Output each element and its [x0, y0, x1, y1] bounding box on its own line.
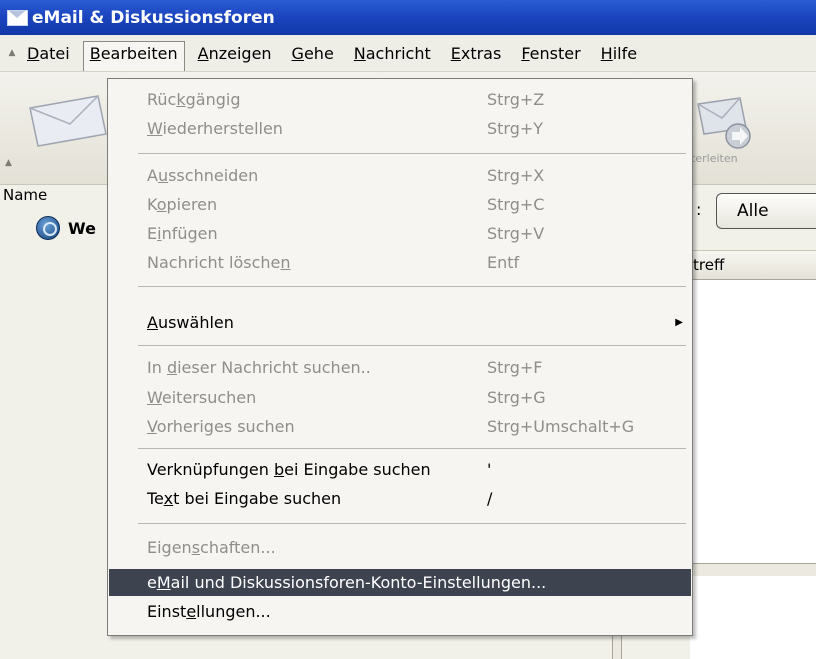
menu-item-undo[interactable]: Rückgängig Strg+Z [109, 86, 691, 113]
subject-column-header[interactable]: treff [690, 250, 816, 280]
menu-item-redo[interactable]: Wiederherstellen Strg+Y [109, 115, 691, 142]
toolbar-grip-icon[interactable]: ▲ [4, 48, 20, 58]
menu-extras[interactable]: Extras [444, 41, 509, 66]
vertical-splitter[interactable] [612, 636, 622, 659]
forward-button-label[interactable]: iterleiten [688, 152, 738, 165]
menu-separator [138, 153, 686, 154]
menu-bearbeiten[interactable]: Bearbeiten [82, 41, 185, 71]
toolbar-collapse-icon[interactable]: ▲ [5, 158, 12, 168]
menu-item-delete-message[interactable]: Nachricht löschen Entf [109, 249, 691, 276]
menu-anzeigen[interactable]: Anzeigen [191, 41, 279, 66]
menu-item-find-previous[interactable]: Vorheriges suchen Strg+Umschalt+G [109, 413, 691, 440]
menu-fenster[interactable]: Fenster [514, 41, 587, 66]
filter-value: Alle [737, 201, 769, 221]
title-bar: eMail & Diskussionsforen [0, 0, 816, 35]
menu-bar: ▲ Datei Bearbeiten Anzeigen Gehe Nachric… [0, 35, 816, 72]
menu-item-cut[interactable]: Ausschneiden Strg+X [109, 162, 691, 189]
menu-gehe[interactable]: Gehe [285, 41, 341, 66]
menu-item-copy[interactable]: Kopieren Strg+C [109, 191, 691, 218]
filter-label: : [696, 200, 702, 219]
envelope-icon[interactable] [28, 94, 108, 148]
message-list[interactable] [690, 280, 816, 566]
menu-item-select[interactable]: Auswählen ▶ [109, 309, 691, 336]
menu-item-find-text-as-you-type[interactable]: Text bei Eingabe suchen / [109, 485, 691, 512]
menu-item-find-links-as-you-type[interactable]: Verknüpfungen bei Eingabe suchen ' [109, 456, 691, 483]
menu-item-preferences[interactable]: Einstellungen... [109, 598, 691, 625]
menu-item-find-next[interactable]: Weitersuchen Strg+G [109, 384, 691, 411]
account-globe-icon [36, 216, 60, 240]
account-name: We [68, 218, 96, 238]
menu-item-properties[interactable]: Eigenschaften... [109, 534, 691, 561]
edit-menu-dropdown: Rückgängig Strg+Z Wiederherstellen Strg+… [107, 78, 693, 636]
filter-dropdown[interactable]: Alle [716, 193, 816, 229]
menu-item-account-settings[interactable]: eMail und Diskussionsforen-Konto-Einstel… [109, 569, 691, 596]
folder-column-header[interactable]: Name [0, 186, 113, 210]
menu-datei[interactable]: Datei [20, 41, 77, 66]
message-preview [690, 576, 816, 659]
menu-item-find-in-message[interactable]: In dieser Nachricht suchen.. Strg+F [109, 354, 691, 381]
menu-separator [138, 523, 686, 524]
menu-hilfe[interactable]: Hilfe [594, 41, 644, 66]
submenu-arrow-icon: ▶ [675, 317, 683, 328]
menu-separator [138, 345, 686, 346]
window-title: eMail & Diskussionsforen [32, 7, 275, 28]
menu-item-paste[interactable]: Einfügen Strg+V [109, 220, 691, 247]
mail-app-icon [7, 9, 28, 26]
account-row[interactable]: We [36, 216, 96, 240]
pane-splitter[interactable] [690, 563, 816, 577]
forward-mail-icon[interactable] [692, 94, 758, 154]
menu-separator [138, 286, 686, 287]
menu-separator [138, 448, 686, 449]
menu-nachricht[interactable]: Nachricht [347, 41, 438, 66]
